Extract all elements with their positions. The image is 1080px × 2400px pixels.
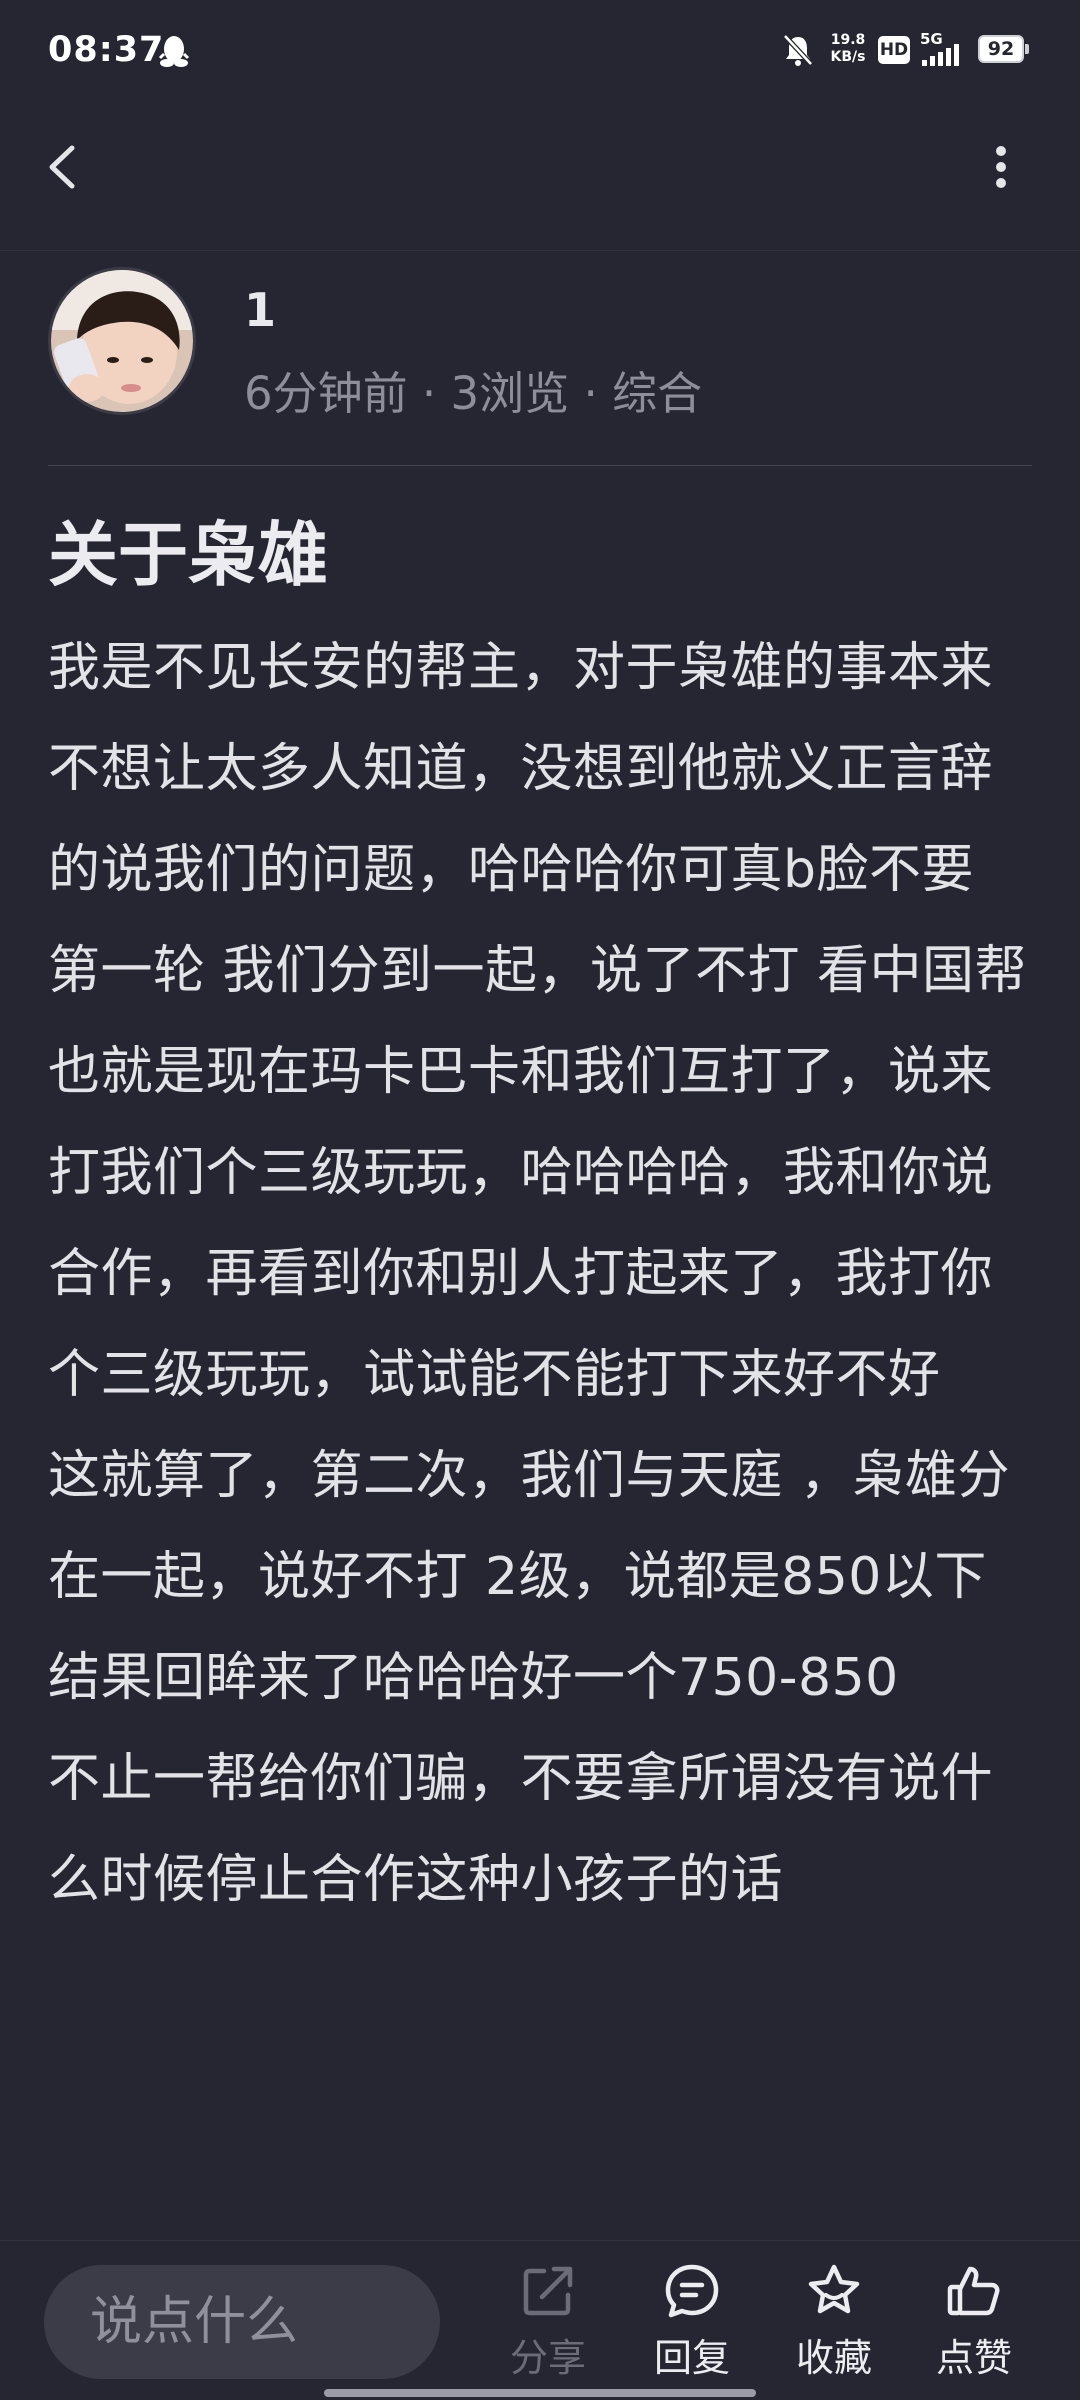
reply-button[interactable]: 回复 [632, 2261, 752, 2391]
status-time: 08:37 [48, 30, 165, 70]
reply-label: 回复 [653, 2336, 730, 2380]
author-header: 1 6分钟前 · 3浏览 · 综合 [48, 265, 1032, 466]
post-paragraph: 不止一帮给你们骗，不要拿所谓没有说什么时候停止合作这种小孩子的话 [48, 1749, 994, 1910]
post-paragraph: 这就算了，第二次，我们与天庭 ，枭雄分在一起，说好不打 2级，说都是850以下 … [48, 1446, 1011, 1708]
network-speed: 19.8 KB/s [826, 32, 870, 66]
network-speed-value: 19.8 [830, 32, 866, 48]
post-detail-screen: 08:37 19.8 KB/s HD 5G 92 1 6分钟前 · 3浏览 · … [0, 0, 1080, 2400]
bell-muted-icon [783, 34, 813, 66]
network-speed-unit: KB/s [830, 49, 866, 65]
battery-level: 92 [978, 35, 1029, 63]
share-button[interactable]: 分享 [488, 2261, 608, 2391]
post-meta: 6分钟前 · 3浏览 · 综合 [244, 367, 703, 420]
post-body: 我是不见长安的帮主，对于枭雄的事本来不想让太多人知道，没想到他就义正言辞的说我们… [48, 618, 1038, 2238]
favorite-button[interactable]: 收藏 [774, 2261, 894, 2391]
nav-bar [0, 100, 1080, 251]
signal-icon [922, 44, 959, 66]
thumbs-up-icon [947, 2266, 1000, 2316]
bottom-action-bar: 分享 回复 收藏 点赞 [0, 2240, 1080, 2400]
avatar-photo-icon [51, 270, 193, 412]
like-label: 点赞 [935, 2336, 1012, 2380]
hd-badge: HD [878, 36, 910, 64]
share-icon [523, 2266, 573, 2316]
avatar[interactable] [48, 267, 196, 415]
chevron-left-icon [49, 145, 75, 189]
comment-bubble-icon [665, 2264, 719, 2318]
status-bar: 08:37 19.8 KB/s HD 5G 92 [0, 0, 1080, 100]
more-vertical-icon [996, 146, 1006, 188]
like-button[interactable]: 点赞 [914, 2261, 1034, 2391]
post-title: 关于枭雄 [48, 514, 328, 596]
favorite-label: 收藏 [795, 2336, 872, 2380]
author-name[interactable]: 1 [244, 283, 276, 337]
share-label: 分享 [509, 2336, 586, 2380]
more-options-button[interactable] [976, 136, 1026, 198]
home-indicator[interactable] [324, 2389, 756, 2397]
comment-input[interactable] [44, 2265, 440, 2379]
qq-penguin-icon [158, 36, 190, 67]
post-paragraph: 我是不见长安的帮主，对于枭雄的事本来不想让太多人知道，没想到他就义正言辞的说我们… [48, 638, 994, 900]
post-paragraph: 第一轮 我们分到一起，说了不打 看中国帮也就是现在玛卡巴卡和我们互打了，说来打我… [48, 941, 1028, 1405]
back-button[interactable] [38, 136, 94, 198]
star-icon [808, 2264, 860, 2314]
